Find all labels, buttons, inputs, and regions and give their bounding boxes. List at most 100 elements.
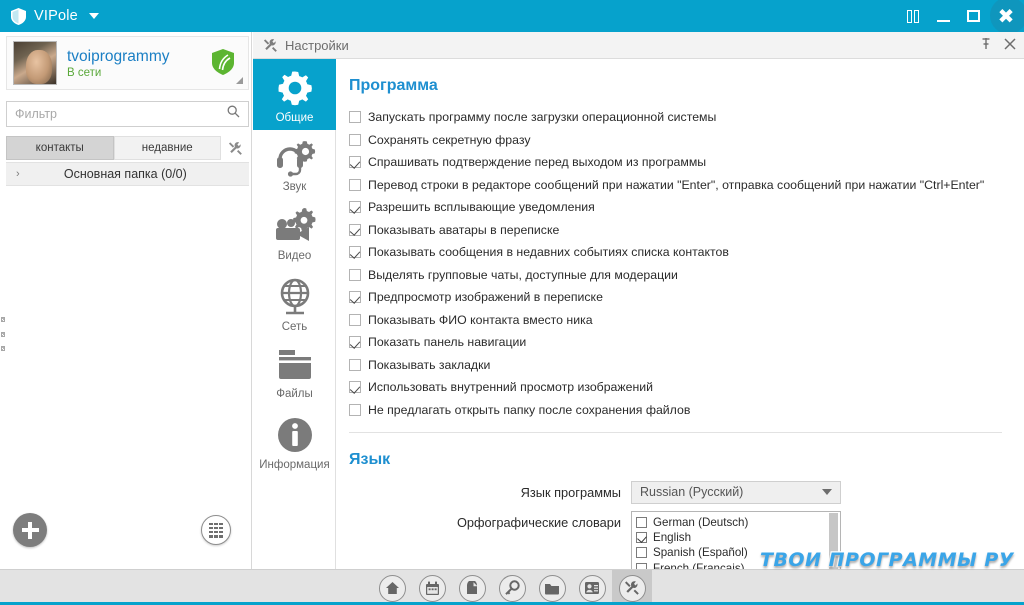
toolbar-key-button[interactable] [492,570,532,605]
nav-item-files[interactable]: Файлы [253,339,336,406]
dialpad-button[interactable] [201,515,231,545]
option-label: Предпросмотр изображений в переписке [368,290,603,304]
resize-corner-icon [236,77,243,84]
checkbox-icon[interactable] [349,246,361,258]
checkbox-icon[interactable] [349,313,361,326]
option-save-passphrase[interactable]: Сохранять секретную фразу [349,130,1024,150]
checkbox-icon[interactable] [349,178,361,191]
dict-label: English [653,531,692,545]
checkbox-icon[interactable] [349,291,361,303]
toolbar-contacts-button[interactable] [572,570,612,605]
nav-item-sound[interactable]: Звук [253,130,336,199]
contact-filter[interactable] [6,101,249,127]
folder-main[interactable]: › Основная папка (0/0) [6,162,249,186]
checkbox-icon[interactable] [349,201,361,213]
option-show-bookmarks[interactable]: Показывать закладки [349,355,1024,375]
close-icon[interactable] [1004,37,1016,55]
vipole-window: VIPole ✖ tvoiprogrammy В сети Фильтр кон… [0,0,1024,605]
nav-item-network-label: Сеть [281,321,308,333]
globe-icon [280,278,309,315]
program-options-list: Запускать программу после загрузки опера… [349,107,1024,420]
option-highlight-group-chats[interactable]: Выделять групповые чаты, доступные для м… [349,265,1024,285]
vipole-shield-logo-icon [11,7,26,25]
dict-item-german[interactable]: German (Deutsch) [636,515,840,530]
tab-recent[interactable]: недавние [113,136,221,160]
chevron-down-icon[interactable] [88,13,99,19]
toolbar-settings-button[interactable] [612,570,652,605]
tab-contacts-label: контакты [35,142,84,154]
checkbox-icon[interactable] [349,358,361,371]
toolbar-notes-button[interactable] [452,570,492,605]
split-view-button[interactable] [898,0,928,32]
tools-icon [618,574,646,602]
dict-item-english[interactable]: English [636,530,840,545]
toolbar-files-button[interactable] [532,570,572,605]
option-label: Показывать аватары в переписке [368,222,560,237]
profile-card[interactable]: tvoiprogrammy В сети [6,36,249,90]
option-no-open-folder-prompt[interactable]: Не предлагать открыть папку после сохран… [349,400,1024,420]
checkbox-icon[interactable] [349,111,361,123]
dialpad-icon [209,522,223,538]
option-confirm-exit[interactable]: Спрашивать подтверждение перед выходом и… [349,152,1024,172]
green-shield-icon[interactable] [212,49,234,75]
nav-item-network[interactable]: Сеть [253,268,336,339]
checkbox-icon[interactable] [349,403,361,416]
nav-item-video[interactable]: Видео [253,199,336,268]
checkbox-icon[interactable] [636,547,647,559]
sidebar-splitter-handle[interactable] [0,317,6,351]
checkbox-icon[interactable] [349,381,361,393]
nav-item-info[interactable]: Информация [253,406,336,477]
site-watermark: ТВОИ ПРОГРАММЫ РУ [759,548,1015,573]
profile-text: tvoiprogrammy В сети [67,48,170,79]
program-language-select[interactable]: Russian (Русский) [631,480,841,504]
minimize-button[interactable] [928,0,958,32]
checkbox-icon[interactable] [349,336,361,348]
toolbar-home-button[interactable] [372,570,412,605]
checkbox-icon[interactable] [636,516,647,528]
settings-panel-header: Настройки [253,32,1024,59]
option-label: Показывать закладки [368,357,491,372]
checkbox-icon[interactable] [349,156,361,168]
settings-content: Программа Запускать программу после загр… [337,59,1024,569]
section-divider [349,431,1002,433]
sidebar-tools-button[interactable] [221,136,249,160]
language-section-title: Язык [349,450,391,468]
search-input[interactable] [15,102,227,126]
maximize-button[interactable] [958,0,988,32]
option-show-avatars[interactable]: Показывать аватары в переписке [349,220,1024,240]
option-show-navbar[interactable]: Показать панель навигации [349,332,1024,352]
toolbar-calendar-button[interactable] [412,570,452,605]
dictionaries-label: Орфографические словари [456,514,621,530]
option-enter-newline[interactable]: Перевод строки в редакторе сообщений при… [349,175,1024,195]
program-language-label: Язык программы [520,484,621,500]
info-icon [277,418,312,452]
checkbox-icon[interactable] [349,223,361,236]
option-show-messages-recent[interactable]: Показывать сообщения в недавних событиях… [349,242,1024,262]
option-autostart[interactable]: Запускать программу после загрузки опера… [349,107,1024,127]
checkbox-icon[interactable] [349,133,361,146]
settings-tab[interactable]: Настройки [263,38,349,53]
search-icon[interactable] [227,105,240,123]
tab-contacts[interactable]: контакты [6,136,114,160]
option-label: Сохранять секретную фразу [368,132,531,147]
option-label: Использовать внутренний просмотр изображ… [368,380,653,394]
checkbox-icon[interactable] [349,268,361,281]
chevron-down-icon [822,489,832,495]
checkbox-icon[interactable] [636,532,647,544]
nav-item-general[interactable]: Общие [253,59,336,130]
avatar[interactable] [13,41,57,85]
pin-icon[interactable] [980,37,992,55]
option-show-fullname[interactable]: Показывать ФИО контакта вместо ника [349,310,1024,330]
tab-recent-label: недавние [141,142,193,154]
add-contact-button[interactable] [13,513,47,547]
option-label: Разрешить всплывающие уведомления [368,200,595,214]
gear-icon [278,71,312,106]
headset-icon [276,141,315,177]
option-image-preview[interactable]: Предпросмотр изображений в переписке [349,287,1024,307]
folder-icon [278,350,311,379]
close-button[interactable]: ✖ [988,0,1024,34]
option-internal-image-viewer[interactable]: Использовать внутренний просмотр изображ… [349,377,1024,397]
option-popup-notifications[interactable]: Разрешить всплывающие уведомления [349,197,1024,217]
tools-icon [263,38,277,52]
panel-header-actions [980,32,1016,59]
